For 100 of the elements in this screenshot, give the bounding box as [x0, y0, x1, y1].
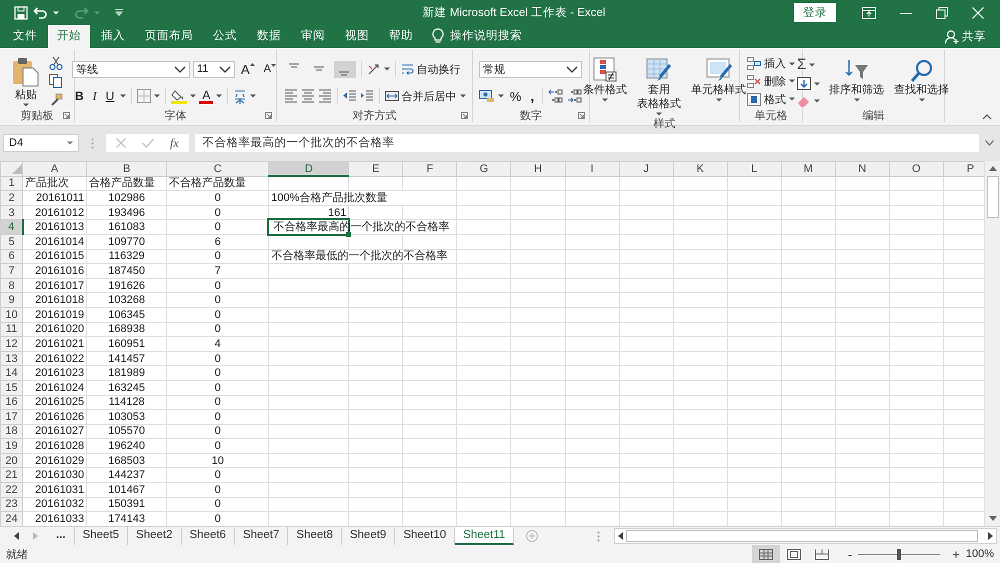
chevron-icon[interactable]	[219, 66, 231, 72]
underline-button[interactable]: U	[102, 89, 118, 103]
row-header[interactable]: 22	[0, 482, 23, 498]
normal-view-button[interactable]	[752, 545, 780, 563]
delete-button[interactable]: 删除	[747, 74, 795, 89]
horizontal-scrollbar[interactable]	[614, 528, 997, 544]
font-size-field[interactable]: 11	[193, 60, 235, 78]
column-header[interactable]: O	[889, 162, 944, 176]
scroll-right-icon[interactable]	[988, 532, 993, 540]
decrease-indent-icon[interactable]	[342, 89, 356, 103]
sheet-tab[interactable]: Sheet11	[455, 527, 514, 545]
caret-icon[interactable]	[498, 94, 504, 98]
caret-icon[interactable]	[190, 94, 196, 98]
format-as-table-button[interactable]: 套用 表格格式	[634, 55, 684, 116]
zoom-in-button[interactable]: +	[952, 546, 960, 562]
caret-icon[interactable]	[789, 79, 795, 84]
column-header[interactable]: A	[22, 162, 87, 176]
caret-icon[interactable]	[918, 98, 924, 102]
row-header[interactable]: 23	[0, 497, 23, 512]
column-header[interactable]: B	[86, 162, 167, 176]
row-header[interactable]: 6	[0, 249, 23, 264]
caret-icon[interactable]	[67, 141, 73, 145]
row-header[interactable]: 17	[0, 410, 23, 424]
row-header[interactable]: 24	[0, 512, 23, 526]
caret-icon[interactable]	[789, 62, 795, 66]
column-header[interactable]: K	[673, 162, 728, 176]
scroll-thumb[interactable]	[626, 530, 978, 542]
share-button[interactable]: 共享	[945, 25, 1000, 48]
caret-icon[interactable]	[809, 62, 816, 67]
zoom-out-button[interactable]: -	[848, 546, 852, 562]
shrink-font-button[interactable]: A	[260, 63, 280, 75]
ribbon-tab[interactable]: 开始	[48, 25, 90, 48]
caret-icon[interactable]	[716, 98, 722, 102]
column-header[interactable]: P	[943, 162, 984, 176]
ribbon-tab[interactable]: 页面布局	[136, 25, 202, 48]
name-box[interactable]: D4	[3, 134, 79, 152]
ribbon-tab[interactable]: 审阅	[292, 25, 334, 48]
ribbon-tab[interactable]: 视图	[336, 25, 378, 48]
caret-icon[interactable]	[656, 112, 662, 116]
caret-icon[interactable]	[384, 67, 390, 71]
chevron-icon[interactable]	[566, 66, 578, 72]
font-color-button[interactable]: A	[199, 88, 214, 104]
row-header[interactable]: 9	[0, 292, 23, 308]
row-header[interactable]: 11	[0, 322, 23, 337]
scroll-up-icon[interactable]	[988, 166, 996, 171]
tell-me-search[interactable]: 操作说明搜索	[450, 25, 522, 48]
italic-button[interactable]: I	[90, 88, 100, 104]
comma-style-button[interactable]: ,	[527, 88, 538, 104]
caret-icon[interactable]	[53, 10, 59, 14]
ribbon-tab[interactable]: 帮助	[380, 25, 422, 48]
column-header[interactable]: D	[268, 162, 349, 176]
align-right-icon[interactable]	[318, 88, 332, 104]
scroll-down-icon[interactable]	[988, 516, 996, 521]
ribbon-display-icon[interactable]	[862, 6, 876, 18]
caret-icon[interactable]	[854, 98, 860, 102]
ribbon-tab[interactable]: 公式	[204, 25, 246, 48]
ribbon-tab[interactable]: 插入	[92, 25, 134, 48]
copy-icon[interactable]	[49, 74, 63, 88]
dialog-launcher-icon[interactable]	[265, 112, 272, 119]
increase-decimal-icon[interactable]	[548, 89, 564, 103]
caret-icon[interactable]	[814, 82, 820, 86]
row-header[interactable]: 2	[0, 190, 23, 206]
column-header[interactable]: G	[456, 162, 511, 176]
row-header[interactable]: 20	[0, 453, 23, 468]
row-header[interactable]: 16	[0, 395, 23, 410]
column-header[interactable]: C	[166, 162, 269, 176]
zoom-slider-thumb[interactable]	[897, 548, 902, 560]
caret-icon[interactable]	[120, 94, 126, 98]
caret-icon[interactable]	[460, 94, 466, 98]
format-button[interactable]: 格式	[747, 92, 795, 107]
column-header[interactable]: L	[727, 162, 782, 176]
undo-icon[interactable]	[33, 6, 48, 20]
column-header[interactable]: N	[835, 162, 890, 176]
column-header[interactable]: H	[510, 162, 566, 176]
collapse-ribbon-icon[interactable]	[982, 114, 992, 120]
caret-icon[interactable]	[789, 97, 795, 102]
zoom-level[interactable]: 100%	[966, 548, 994, 560]
caret-icon[interactable]	[216, 94, 222, 98]
row-header[interactable]: 3	[0, 205, 23, 220]
close-icon[interactable]	[972, 6, 984, 18]
save-icon[interactable]	[14, 6, 28, 20]
currency-icon[interactable]	[478, 89, 495, 103]
format-painter-icon[interactable]	[49, 92, 63, 107]
dialog-launcher-icon[interactable]	[461, 112, 468, 119]
caret-icon[interactable]	[23, 103, 29, 107]
percent-button[interactable]: %	[506, 88, 524, 104]
sort-filter-button[interactable]: 排序和筛选	[826, 55, 887, 108]
align-left-icon[interactable]	[284, 88, 298, 104]
wrap-text-button[interactable]: 自动换行	[400, 62, 460, 76]
fill-down-icon[interactable]	[797, 77, 811, 90]
caret-icon[interactable]	[250, 94, 256, 98]
scroll-thumb[interactable]	[986, 176, 998, 218]
splitter-icon[interactable]	[597, 530, 600, 542]
row-header[interactable]: 4	[0, 220, 23, 234]
chevron-icon[interactable]	[174, 66, 186, 72]
formula-field[interactable]: 不合格率最高的一个批次的不合格率	[194, 134, 979, 152]
scissors-icon[interactable]	[49, 56, 63, 70]
column-header[interactable]: I	[565, 162, 620, 176]
ribbon-tab[interactable]: 数据	[248, 25, 290, 48]
autosum-button[interactable]: Σ	[797, 56, 820, 74]
